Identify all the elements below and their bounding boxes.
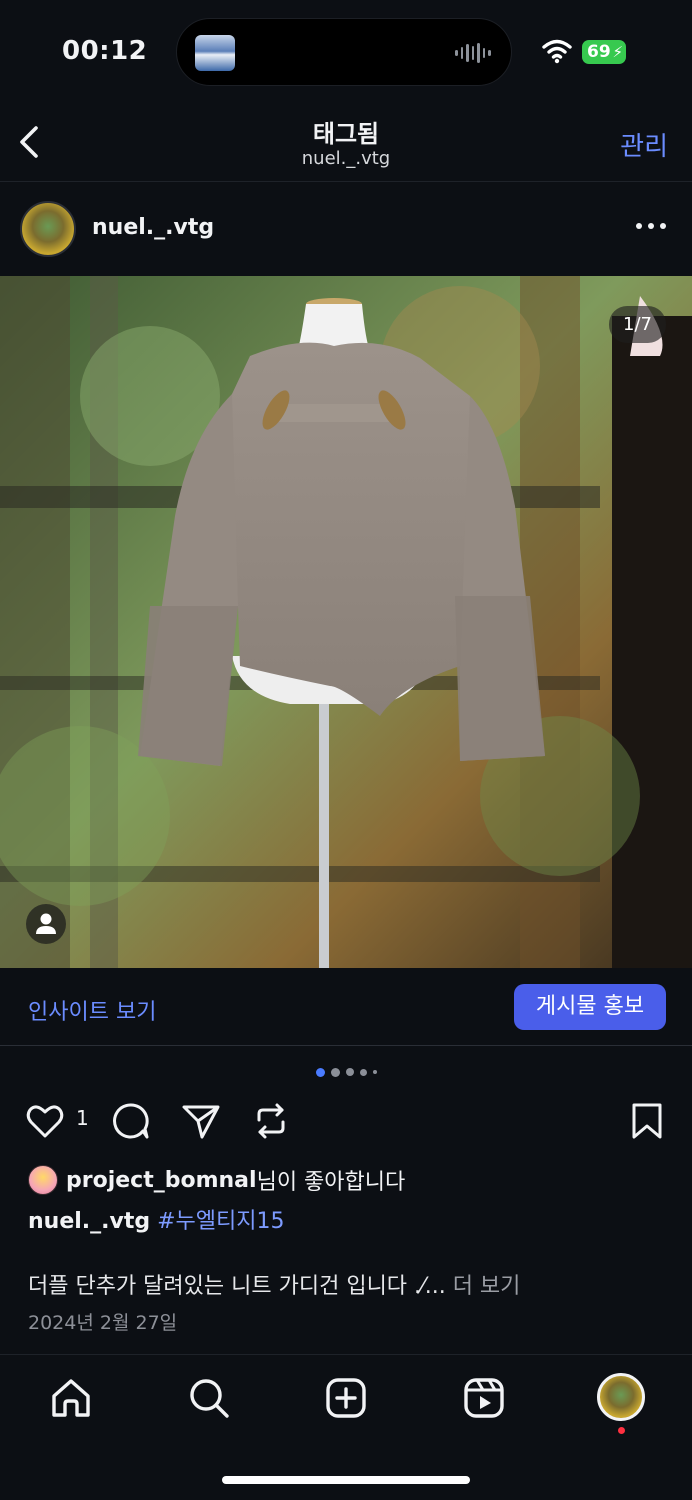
cardigan-photo xyxy=(0,276,692,968)
repost-icon[interactable] xyxy=(250,1100,292,1142)
search-icon[interactable] xyxy=(186,1375,232,1421)
profile-tab-avatar[interactable] xyxy=(597,1373,645,1421)
user-icon xyxy=(36,913,56,934)
share-icon[interactable] xyxy=(180,1100,222,1142)
caption-description: 더플 단추가 달려있는 니트 가디건 입니다 .⁄... 더 보기 xyxy=(28,1268,520,1300)
wifi-icon xyxy=(542,39,572,64)
tagged-people-button[interactable] xyxy=(26,904,66,944)
pager-dot-active xyxy=(315,1067,325,1077)
caption-username[interactable]: nuel._.vtg xyxy=(28,1209,150,1234)
pager-dot xyxy=(330,1067,340,1077)
dynamic-island[interactable] xyxy=(176,18,512,86)
avatar[interactable] xyxy=(20,201,76,257)
bookmark-icon[interactable] xyxy=(626,1100,668,1142)
notification-dot xyxy=(618,1427,625,1434)
heart-icon[interactable] xyxy=(24,1100,66,1142)
post-image[interactable]: 1/7 xyxy=(0,276,692,968)
hashtag-link[interactable]: #누엘티지15 xyxy=(157,1209,284,1234)
post-actions: 1 xyxy=(0,1096,692,1146)
status-bar: 00:12 69 ⚡ xyxy=(0,0,692,104)
post-username[interactable]: nuel._.vtg xyxy=(92,215,214,240)
charging-icon: ⚡ xyxy=(612,43,623,61)
carousel-indicator xyxy=(0,1066,692,1078)
liked-by-line: project_bomnal 님이 좋아합니다 xyxy=(28,1164,405,1196)
comment-icon[interactable] xyxy=(110,1100,152,1142)
nav-header: 태그됨 nuel._.vtg 관리 xyxy=(0,104,692,182)
pager-dot xyxy=(359,1068,367,1076)
liker-avatar[interactable] xyxy=(28,1165,58,1195)
liker-username[interactable]: project_bomnal xyxy=(66,1168,257,1193)
image-counter: 1/7 xyxy=(609,306,666,343)
home-indicator[interactable] xyxy=(222,1476,470,1484)
liked-by-suffix[interactable]: 님이 좋아합니다 xyxy=(257,1164,406,1196)
insights-row: 인사이트 보기 게시물 홍보 xyxy=(0,984,692,1046)
promote-post-button[interactable]: 게시물 홍보 xyxy=(514,984,666,1030)
like-count[interactable]: 1 xyxy=(76,1106,89,1130)
pager-dot xyxy=(345,1068,354,1076)
reels-icon[interactable] xyxy=(461,1375,507,1421)
more-link[interactable]: 더 보기 xyxy=(453,1274,521,1299)
caption-line: nuel._.vtg #누엘티지15 xyxy=(28,1203,285,1235)
post-date: 2024년 2월 27일 xyxy=(28,1312,178,1334)
battery-indicator: 69 ⚡ xyxy=(582,40,626,64)
description-text: 더플 단추가 달려있는 니트 가디건 입니다 .⁄... xyxy=(28,1274,446,1299)
media-thumbnail xyxy=(195,35,235,71)
status-time: 00:12 xyxy=(62,36,148,66)
home-icon[interactable] xyxy=(48,1375,94,1421)
view-insights-link[interactable]: 인사이트 보기 xyxy=(28,994,156,1026)
create-post-icon[interactable] xyxy=(323,1375,369,1421)
pager-dot xyxy=(372,1070,377,1074)
battery-level: 69 xyxy=(587,42,611,62)
page-title: 태그됨 xyxy=(312,120,380,148)
audio-wave-icon xyxy=(455,43,492,63)
more-options-icon[interactable] xyxy=(636,223,666,231)
manage-button[interactable]: 관리 xyxy=(620,126,668,163)
post-header: nuel._.vtg xyxy=(0,183,692,275)
page-subtitle: nuel._.vtg xyxy=(301,148,391,169)
